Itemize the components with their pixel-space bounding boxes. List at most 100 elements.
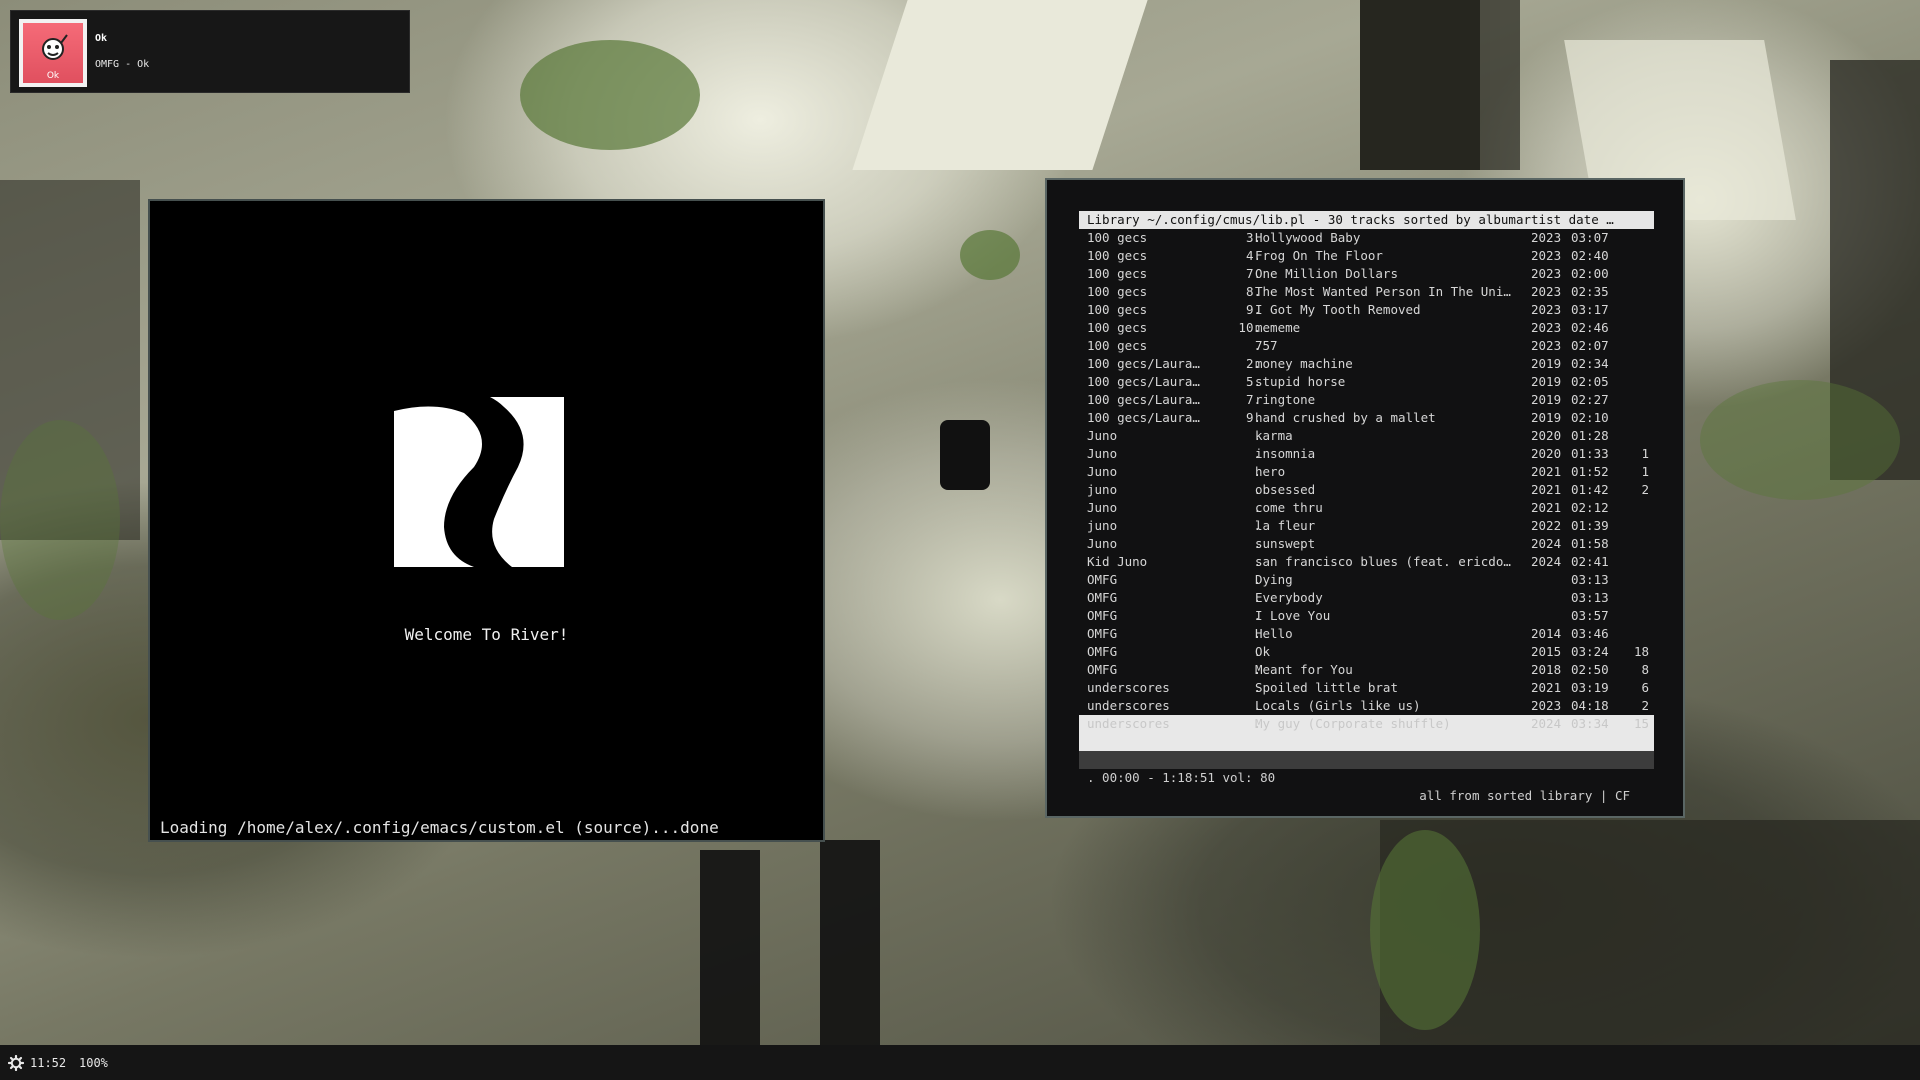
track-row[interactable]: 100 gecs/Laura… 5. stupid horse 2019 02:05 <box>1079 373 1654 391</box>
track-duration: 03:24 <box>1571 644 1609 659</box>
track-row[interactable]: 100 gecs/Laura… 2. money machine 2019 02:34 <box>1079 355 1654 373</box>
track-row[interactable]: OMFG. Meant for You 2018 02:50 8 <box>1079 661 1654 679</box>
track-title: Hello <box>1255 626 1293 641</box>
track-row[interactable]: Juno. insomnia 2020 01:33 1 <box>1079 445 1654 463</box>
track-artist: underscores <box>1087 716 1170 731</box>
volume-level: 100% <box>79 1056 108 1070</box>
track-title: sunswept <box>1255 536 1316 551</box>
track-play-count: 1 <box>1641 464 1649 479</box>
track-row[interactable]: OMFG. I Love You 03:57 <box>1079 607 1654 625</box>
track-row[interactable]: 100 gecs 9. I Got My Tooth Removed 2023 03:1… <box>1079 301 1654 319</box>
track-artist: Juno <box>1087 500 1118 515</box>
track-row[interactable]: Juno. come thru 2021 02:12 <box>1079 499 1654 517</box>
track-artist: Juno <box>1087 536 1118 551</box>
track-artist: 100 gecs/Laura… <box>1087 356 1200 371</box>
track-play-count: 15 <box>1633 716 1649 731</box>
gear-icon[interactable] <box>8 1055 24 1071</box>
track-title: come thru <box>1255 500 1323 515</box>
track-year: 2019 <box>1531 374 1562 389</box>
track-artist: 100 gecs <box>1087 338 1148 353</box>
track-row[interactable]: OMFG. Hello 2014 03:46 <box>1079 625 1654 643</box>
track-row[interactable]: 100 gecs 8. The Most Wanted Person In The … <box>1079 283 1654 301</box>
track-row[interactable]: 100 gecs/Laura… 9. hand crushed by a malle… <box>1079 409 1654 427</box>
track-row[interactable]: 100 gecs. 757 2023 02:07 <box>1079 337 1654 355</box>
track-row[interactable]: underscores. Spoiled little brat 2021 03:19… <box>1079 679 1654 697</box>
track-row[interactable]: Juno. hero 2021 01:52 1 <box>1079 463 1654 481</box>
track-year: 2023 <box>1531 320 1562 335</box>
track-duration: 01:39 <box>1571 518 1609 533</box>
track-row[interactable]: Juno. karma 2020 01:28 <box>1079 427 1654 445</box>
track-artist: 100 gecs <box>1087 230 1148 245</box>
track-row[interactable]: OMFG. Dying 03:13 <box>1079 571 1654 589</box>
river-logo-icon <box>394 397 564 567</box>
track-row[interactable]: 100 gecs 10. mememe 2023 02:46 <box>1079 319 1654 337</box>
track-artist: OMFG <box>1087 590 1118 605</box>
track-row[interactable]: Juno. sunswept 2024 01:58 <box>1079 535 1654 553</box>
track-year: 2022 <box>1531 518 1562 533</box>
track-title: insomnia <box>1255 446 1316 461</box>
track-year: 2023 <box>1531 248 1562 263</box>
track-row[interactable]: 100 gecs 4. Frog On The Floor 2023 02:40 <box>1079 247 1654 265</box>
play-mode-status: all from sorted library | CF <box>1419 788 1630 803</box>
track-title: karma <box>1255 428 1293 443</box>
track-artist: Juno <box>1087 464 1118 479</box>
track-duration: 02:10 <box>1571 410 1609 425</box>
cmus-terminal-window[interactable]: Library ~/.config/cmus/lib.pl - 30 track… <box>1045 178 1685 818</box>
track-duration: 01:42 <box>1571 482 1609 497</box>
echo-area: Loading /home/alex/.config/emacs/custom.… <box>160 818 719 837</box>
notification-body: OMFG - Ok <box>95 59 150 70</box>
track-year: 2023 <box>1531 230 1562 245</box>
track-duration: 01:28 <box>1571 428 1609 443</box>
track-year: 2023 <box>1531 338 1562 353</box>
track-row[interactable]: juno. obsessed 2021 01:42 2 <box>1079 481 1654 499</box>
track-title: The Most Wanted Person In The Uni… <box>1255 284 1511 299</box>
now-playing-notification[interactable]: Ok Ok OMFG - Ok <box>10 10 410 93</box>
track-title: I Got My Tooth Removed <box>1255 302 1421 317</box>
track-row-selected[interactable]: underscores. My guy (Corporate shuffle) 20… <box>1079 715 1654 751</box>
playback-status: . 00:00 - 1:18:51 vol: 80 <box>1087 770 1276 785</box>
welcome-text: Welcome To River! <box>404 625 569 644</box>
track-year: 2023 <box>1531 266 1562 281</box>
track-artist: underscores <box>1087 680 1170 695</box>
track-year: 2024 <box>1531 536 1562 551</box>
track-duration: 03:34 <box>1571 716 1609 731</box>
track-row[interactable]: OMFG. Ok 2015 03:24 18 <box>1079 643 1654 661</box>
track-play-count: 6 <box>1641 680 1649 695</box>
track-duration: 03:17 <box>1571 302 1609 317</box>
track-title: ringtone <box>1255 392 1316 407</box>
track-title: Locals (Girls like us) <box>1255 698 1421 713</box>
track-year: 2019 <box>1531 392 1562 407</box>
clock: 11:52 <box>30 1056 67 1070</box>
track-list[interactable]: 100 gecs 3. Hollywood Baby 2023 03:07 100 gec… <box>1079 229 1654 751</box>
track-row[interactable]: underscores. Locals (Girls like us) 2023 04… <box>1079 697 1654 715</box>
track-title: Everybody <box>1255 590 1323 605</box>
track-title: Hollywood Baby <box>1255 230 1361 245</box>
track-artist: 100 gecs <box>1087 320 1148 335</box>
track-title: hand crushed by a mallet <box>1255 410 1436 425</box>
track-row[interactable]: OMFG. Everybody 03:13 <box>1079 589 1654 607</box>
track-row[interactable]: Kid Juno. san francisco blues (feat. eric… <box>1079 553 1654 571</box>
track-row[interactable]: 100 gecs 7. One Million Dollars 2023 02:00 <box>1079 265 1654 283</box>
track-duration: 03:13 <box>1571 572 1609 587</box>
track-duration: 03:13 <box>1571 590 1609 605</box>
track-year: 2021 <box>1531 680 1562 695</box>
track-duration: 03:07 <box>1571 230 1609 245</box>
track-row[interactable]: 100 gecs/Laura… 7. ringtone 2019 02:27 <box>1079 391 1654 409</box>
track-duration: 02:05 <box>1571 374 1609 389</box>
track-title: I Love You <box>1255 608 1331 623</box>
track-row[interactable]: 100 gecs 3. Hollywood Baby 2023 03:07 <box>1079 229 1654 247</box>
track-title: obsessed <box>1255 482 1316 497</box>
track-artist: 100 gecs/Laura… <box>1087 392 1200 407</box>
track-duration: 02:46 <box>1571 320 1609 335</box>
track-duration: 02:07 <box>1571 338 1609 353</box>
track-title: Ok <box>1255 644 1271 659</box>
track-artist: OMFG <box>1087 644 1118 659</box>
emacs-window[interactable]: Welcome To River! Loading /home/alex/.co… <box>148 199 825 842</box>
track-year: 2021 <box>1531 464 1562 479</box>
track-artist: 100 gecs <box>1087 248 1148 263</box>
track-artist: underscores <box>1087 698 1170 713</box>
track-row[interactable]: juno. la fleur 2022 01:39 <box>1079 517 1654 535</box>
track-duration: 03:46 <box>1571 626 1609 641</box>
track-duration: 02:41 <box>1571 554 1609 569</box>
track-year: 2019 <box>1531 356 1562 371</box>
